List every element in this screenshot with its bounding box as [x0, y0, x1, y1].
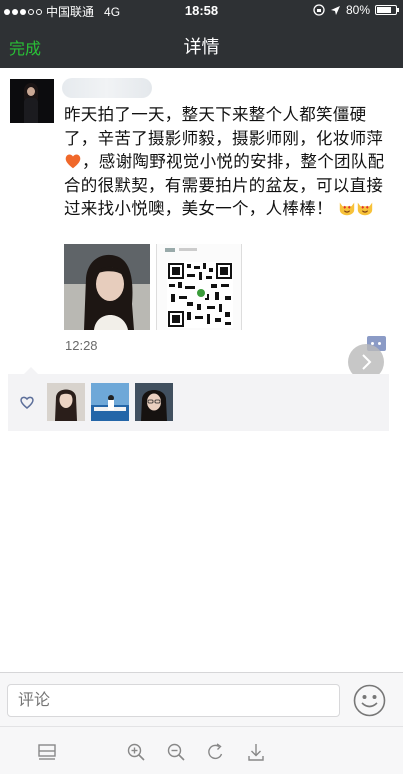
status-bar: 中国联通 4G 18:58 80% — [0, 0, 403, 22]
likes-section — [8, 367, 389, 431]
portrait-photo[interactable] — [64, 244, 150, 330]
comment-input[interactable] — [7, 684, 340, 717]
heart-eyes-cat-emoji-icon — [339, 202, 354, 216]
qr-code-image[interactable] — [156, 244, 242, 330]
avatar[interactable] — [10, 79, 54, 123]
battery-level-fill — [377, 7, 392, 13]
battery-icon — [375, 5, 399, 15]
post-text-part2: ，感谢陶野视觉小悦的安排，整个团队配合的很默契，有需要拍片的盆友，可以直接过来找… — [64, 153, 385, 218]
post-time: 12:28 — [65, 338, 98, 353]
liker-avatar-1[interactable] — [47, 383, 85, 421]
nav-bar: 完成 详情 — [0, 22, 403, 68]
rotation-lock-icon — [313, 4, 325, 16]
page-title: 详情 — [183, 37, 220, 57]
post-text-part1: 昨天拍了一天，整天下来整个人都笑僵硬了，辛苦了摄影师毅，摄影师刚，化妆师萍 — [64, 106, 384, 148]
orange-heart-emoji-icon — [65, 154, 81, 169]
bottom-toolbar — [0, 726, 403, 774]
status-right: 80% — [313, 3, 399, 17]
window-layout-icon[interactable] — [37, 742, 57, 762]
rotate-icon[interactable] — [206, 742, 226, 762]
heart-outline-icon — [20, 396, 34, 409]
comment-bar — [0, 672, 403, 726]
location-arrow-icon — [330, 5, 340, 15]
post-text: 昨天拍了一天，整天下来整个人都笑僵硬了，辛苦了摄影师毅，摄影师刚，化妆师萍 ，感谢… — [64, 104, 394, 222]
nickname[interactable] — [62, 78, 152, 98]
liker-avatar-3[interactable] — [135, 383, 173, 421]
heart-eyes-cat-emoji-icon-2 — [357, 202, 372, 216]
battery-percent: 80% — [345, 3, 370, 17]
liker-avatar-2[interactable] — [91, 383, 129, 421]
emoji-button-icon[interactable] — [353, 684, 386, 717]
download-icon[interactable] — [246, 742, 266, 762]
zoom-in-icon[interactable] — [126, 742, 146, 762]
zoom-out-icon[interactable] — [166, 742, 186, 762]
